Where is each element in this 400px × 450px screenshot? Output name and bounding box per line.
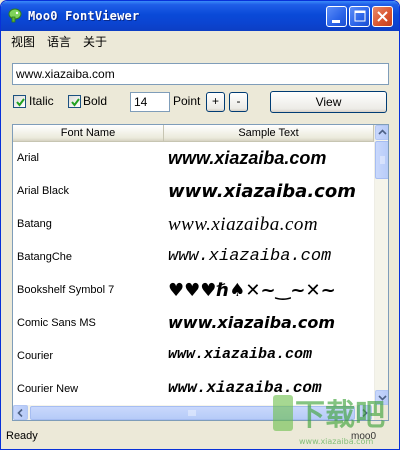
sample-text-cell: www.xiazaiba.com [168,181,356,202]
grip-icon [380,156,385,164]
watermark-text: 下载吧 [295,398,385,433]
watermark-logo: 下载吧 www.xiazaiba.com [273,395,385,446]
menu-view[interactable]: 视图 [11,33,35,50]
increase-size-button[interactable]: + [206,92,225,112]
window-title: Moo0 FontViewer [28,9,140,23]
font-name-cell: Bookshelf Symbol 7 [17,284,115,296]
italic-checkbox[interactable] [13,95,26,108]
maximize-icon [354,10,366,22]
table-row[interactable]: Batang www.xiazaiba.com [13,208,374,241]
minimize-icon [332,20,340,23]
close-button[interactable] [372,6,393,27]
app-window: Moo0 FontViewer 视图 语言 关于 www.xiazaiba.co… [0,0,400,450]
font-name-cell: Arial Black [17,185,69,197]
decrease-size-button[interactable]: - [229,92,248,112]
table-row[interactable]: Comic Sans MS www.xiazaiba.com [13,307,374,340]
table-row[interactable]: Arial Black www.xiazaiba.com [13,175,374,208]
chevron-up-icon [378,129,387,135]
font-name-cell: Comic Sans MS [17,317,96,329]
font-name-cell: Arial [17,152,40,164]
chevron-left-icon [17,408,23,418]
font-list: Font Name Sample Text Arial www.xiazaiba… [12,124,389,421]
font-name-cell: Courier New [17,383,79,395]
checkmark-icon [71,98,80,107]
menu-language[interactable]: 语言 [47,33,71,50]
italic-label[interactable]: Italic [29,94,54,108]
status-text: Ready [6,430,38,442]
table-row[interactable]: Arial www.xiazaiba.com [13,142,374,175]
scroll-up-button[interactable] [375,125,388,140]
menu-bar: 视图 语言 关于 [5,32,397,50]
sample-text-cell: www.xiazaiba.com [168,313,336,332]
checkmark-icon [16,98,25,107]
watermark-subtext: www.xiazaiba.com [299,437,373,446]
vertical-scrollbar[interactable] [374,125,388,405]
font-name-cell: Courier [17,350,54,362]
point-size-input[interactable]: 14 [130,92,170,112]
close-icon [377,11,388,22]
font-name-cell: BatangChe [17,251,73,263]
menu-about[interactable]: 关于 [83,33,107,50]
app-icon [8,8,22,23]
font-name-cell: Batang [17,218,52,230]
title-bar[interactable]: Moo0 FontViewer [1,1,399,31]
view-button[interactable]: View [270,91,387,113]
bold-label[interactable]: Bold [83,94,107,108]
sample-text-cell: www.xiazaiba.com [168,247,332,266]
sample-text-cell: www.xiazaiba.com [168,346,313,363]
table-row[interactable]: Bookshelf Symbol 7 ♥♥♥ℏ♠✕~‿~✕~ [13,274,374,307]
vertical-scroll-thumb[interactable] [375,141,388,179]
bold-checkbox[interactable] [68,95,81,108]
sample-text-cell: ♥♥♥ℏ♠✕~‿~✕~ [168,280,336,301]
sample-text-input[interactable]: www.xiazaiba.com [12,63,389,85]
sample-text-cell: www.xiazaiba.com [168,214,319,235]
maximize-button[interactable] [349,6,370,27]
point-label: Point [173,94,201,108]
sample-text-cell: www.xiazaiba.com [168,148,327,168]
table-row[interactable]: Courier www.xiazaiba.com [13,340,374,373]
scroll-left-button[interactable] [13,405,28,420]
minimize-button[interactable] [326,6,347,27]
column-header-sample-text[interactable]: Sample Text [164,125,374,142]
column-header-font-name[interactable]: Font Name [13,125,164,142]
table-row[interactable]: BatangChe www.xiazaiba.com [13,241,374,274]
